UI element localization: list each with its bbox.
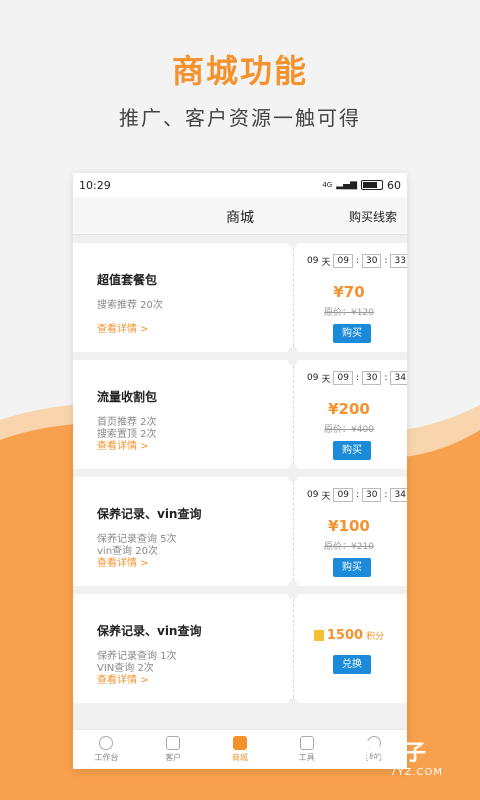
headline: 商城功能 — [171, 52, 308, 90]
bookmark-icon — [313, 630, 324, 641]
dashboard-icon — [99, 736, 114, 750]
buy-button[interactable]: 购买 — [333, 441, 371, 460]
package-title: 保养记录、vin查询 — [97, 624, 202, 638]
package-title: 流量收割包 — [97, 390, 158, 404]
toolbox-icon — [299, 736, 314, 750]
view-details-link[interactable]: 查看详情 > — [97, 554, 149, 569]
view-details-link[interactable]: 查看详情 > — [97, 671, 149, 686]
package-card: 保养记录、vin查询 保养记录查询 5次 vin查询 20次 查看详情 > 09… — [73, 472, 407, 591]
bottom-tab-bar: 工作台 客户 商城 工具 我的 — [73, 729, 407, 769]
view-details-link[interactable]: 查看详情 > — [97, 437, 149, 452]
buy-button[interactable]: 购买 — [333, 324, 371, 343]
package-feature: 保养记录查询 5次 — [97, 534, 177, 545]
package-list: 超值套餐包 搜索推荐 20次 查看详情 > 09 天 09: 30: 33 ¥7… — [73, 235, 407, 708]
clipboard-icon — [166, 736, 181, 750]
battery-icon — [361, 180, 383, 190]
sale-price: ¥200 — [328, 400, 370, 418]
sale-price: ¥100 — [328, 517, 370, 535]
battery-level: 60 — [387, 178, 401, 192]
countdown-timer: 09 天 09: 30: 34 — [307, 371, 407, 385]
package-title: 超值套餐包 — [97, 273, 158, 287]
package-title: 保养记录、vin查询 — [97, 507, 202, 521]
tab-workbench[interactable]: 工作台 — [73, 730, 140, 769]
package-feature: 搜索推荐 20次 — [97, 300, 163, 311]
package-card: 超值套餐包 搜索推荐 20次 查看详情 > 09 天 09: 30: 33 ¥7… — [73, 238, 407, 357]
original-price: 原价：¥210 — [324, 542, 374, 552]
points-price: 1500 积分 — [293, 628, 405, 643]
signal-bars-icon: ▂▄▆ — [336, 180, 357, 190]
nav-bar: 商城 购买线索 — [73, 197, 407, 235]
countdown-timer: 09 天 09: 30: 33 — [307, 254, 407, 268]
tab-mall[interactable]: 商城 — [207, 730, 274, 769]
buy-button[interactable]: 购买 — [333, 558, 371, 577]
buy-leads-button[interactable]: 购买线索 — [349, 208, 397, 225]
tab-tools[interactable]: 工具 — [273, 730, 340, 769]
original-price: 原价：¥400 — [324, 425, 374, 435]
tab-customers[interactable]: 客户 — [140, 730, 207, 769]
signal-icon: 4G — [322, 181, 333, 189]
sale-price: ¥70 — [333, 283, 365, 301]
shopping-bag-icon — [232, 736, 247, 750]
countdown-timer: 09 天 09: 30: 34 — [307, 488, 407, 502]
package-feature: 保养记录查询 1次 — [97, 651, 177, 662]
view-details-link[interactable]: 查看详情 > — [97, 320, 149, 335]
subheadline: 推广、客户资源一触可得 — [119, 106, 361, 130]
status-time: 10:29 — [79, 178, 111, 192]
status-bar: 10:29 4G ▂▄▆ 60 — [73, 173, 407, 197]
phone-screen: 10:29 4G ▂▄▆ 60 商城 购买线索 超值套餐包 搜索推荐 20次 查… — [73, 173, 407, 769]
redeem-button[interactable]: 兑换 — [333, 655, 371, 674]
package-card: 流量收割包 首页推荐 2次 搜索置顶 2次 查看详情 > 09 天 09: 30… — [73, 355, 407, 474]
package-feature: 首页推荐 2次 — [97, 417, 157, 428]
watermark-logo: 七叶子 7YZ.COM — [360, 741, 443, 778]
package-card: 保养记录、vin查询 保养记录查询 1次 VIN查询 2次 查看详情 > 150… — [73, 589, 407, 708]
original-price: 原价：¥120 — [324, 308, 374, 318]
